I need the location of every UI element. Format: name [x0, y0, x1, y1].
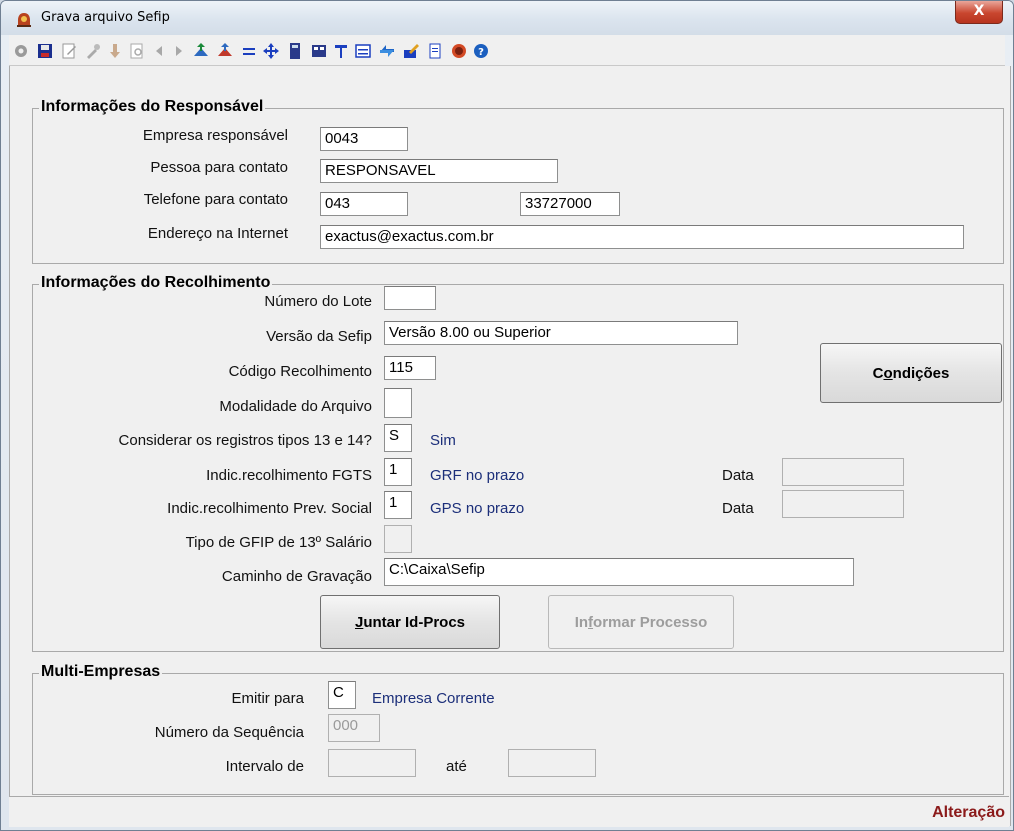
fgts-input[interactable]: 1: [384, 458, 412, 486]
group-multi-title: Multi-Empresas: [39, 663, 163, 681]
calc-icon[interactable]: [285, 41, 305, 61]
considerar-label: Considerar os registros tipos 13 e 14?: [118, 432, 372, 449]
exit-icon[interactable]: [449, 41, 469, 61]
doc-icon[interactable]: [425, 41, 445, 61]
modalidade-label: Modalidade do Arquivo: [219, 398, 372, 415]
email-input[interactable]: exactus@exactus.com.br: [320, 225, 964, 249]
next-icon[interactable]: [169, 41, 189, 61]
gfip-input[interactable]: [384, 525, 412, 553]
condicoes-button[interactable]: Co ndições: [820, 343, 1002, 403]
main-window: Grava arquivo Sefip X ? Informações do R…: [0, 0, 1014, 831]
emitir-input[interactable]: C: [328, 681, 356, 709]
group-responsavel-title: Informações do Responsável: [39, 98, 266, 116]
toolbar: ?: [9, 35, 1005, 66]
data-fgts-input[interactable]: [782, 458, 904, 486]
sequencia-label: Número da Sequência: [154, 724, 304, 741]
lote-input[interactable]: [384, 286, 436, 310]
emitir-desc: Empresa Corrente: [372, 690, 495, 707]
report-icon[interactable]: [353, 41, 373, 61]
transfer-icon[interactable]: [377, 41, 397, 61]
save-icon[interactable]: [35, 41, 55, 61]
preview-icon[interactable]: [127, 41, 147, 61]
move-icon[interactable]: [261, 41, 281, 61]
informar-processo-button[interactable]: In f ormar Processo: [548, 595, 734, 649]
caminho-label: Caminho de Gravação: [221, 568, 372, 585]
tools-icon[interactable]: [83, 41, 103, 61]
ddd-input[interactable]: 043: [320, 192, 408, 216]
versao-input[interactable]: Versão 8.00 ou Superior: [384, 321, 738, 345]
filter-icon[interactable]: [331, 41, 351, 61]
data-fgts-label: Data: [722, 467, 754, 484]
intervalo-label: Intervalo de: [225, 758, 304, 775]
close-button[interactable]: X: [955, 1, 1003, 24]
data-prev-label: Data: [722, 500, 754, 517]
juntar-id-procs-button[interactable]: Juntar Id-Procs: [320, 595, 500, 649]
form-icon[interactable]: [309, 41, 329, 61]
informar-label-rest: ormar Processo: [593, 613, 708, 631]
export-icon[interactable]: [215, 41, 235, 61]
write-icon[interactable]: [401, 41, 421, 61]
modalidade-input[interactable]: [384, 388, 412, 418]
gfip-label: Tipo de GFIP de 13º Salário: [185, 534, 372, 551]
juntar-label-rest: untar Id-Procs: [363, 613, 466, 631]
empresa-input[interactable]: 0043: [320, 127, 408, 151]
emitir-label: Emitir para: [231, 690, 304, 707]
considerar-desc: Sim: [430, 432, 456, 449]
gear-icon[interactable]: [11, 41, 31, 61]
data-prev-input[interactable]: [782, 490, 904, 518]
sequencia-input[interactable]: 000: [328, 714, 380, 742]
condicoes-label: C: [872, 364, 884, 382]
caminho-input[interactable]: C:\Caixa\Sefip: [384, 558, 854, 586]
app-icon: [17, 13, 31, 27]
prev-label: Indic.recolhimento Prev. Social: [167, 500, 372, 517]
condicoes-label-rest: ndições: [892, 364, 950, 382]
prev-icon[interactable]: [149, 41, 169, 61]
juntar-shortcut: J: [354, 613, 364, 631]
ate-label: até: [446, 758, 467, 775]
down-icon[interactable]: [105, 41, 125, 61]
prev-input[interactable]: 1: [384, 491, 412, 519]
group-recolhimento-title: Informações do Recolhimento: [39, 274, 273, 292]
codigo-input[interactable]: 115: [384, 356, 436, 380]
empresa-label: Empresa responsável: [142, 127, 288, 144]
versao-label: Versão da Sefip: [266, 328, 372, 345]
svg-text:?: ?: [478, 47, 484, 58]
intervalo-de-input[interactable]: [328, 749, 416, 777]
title-bar[interactable]: Grava arquivo Sefip X: [1, 1, 1013, 35]
edit-icon[interactable]: [59, 41, 79, 61]
condicoes-shortcut: o: [883, 364, 893, 382]
pessoa-input[interactable]: RESPONSAVEL: [320, 159, 558, 183]
equals-icon[interactable]: [239, 41, 259, 61]
prev-desc: GPS no prazo: [430, 500, 525, 517]
lote-label: Número do Lote: [264, 293, 372, 310]
status-mode: Alteração: [932, 804, 1005, 821]
status-bar: Alteração: [9, 796, 1009, 827]
help-icon[interactable]: ?: [471, 41, 491, 61]
import-icon[interactable]: [191, 41, 211, 61]
telefone-input[interactable]: 33727000: [520, 192, 620, 216]
informar-label: In: [574, 613, 589, 631]
fgts-desc: GRF no prazo: [430, 467, 525, 484]
intervalo-ate-input[interactable]: [508, 749, 596, 777]
considerar-input[interactable]: S: [384, 424, 412, 452]
fgts-label: Indic.recolhimento FGTS: [206, 467, 372, 484]
pessoa-label: Pessoa para contato: [150, 159, 288, 176]
window-title: Grava arquivo Sefip: [41, 10, 170, 25]
email-label: Endereço na Internet: [147, 225, 288, 242]
codigo-label: Código Recolhimento: [228, 363, 372, 380]
form-body: Informações do Responsável Empresa respo…: [9, 66, 1011, 826]
telefone-label: Telefone para contato: [143, 191, 288, 208]
